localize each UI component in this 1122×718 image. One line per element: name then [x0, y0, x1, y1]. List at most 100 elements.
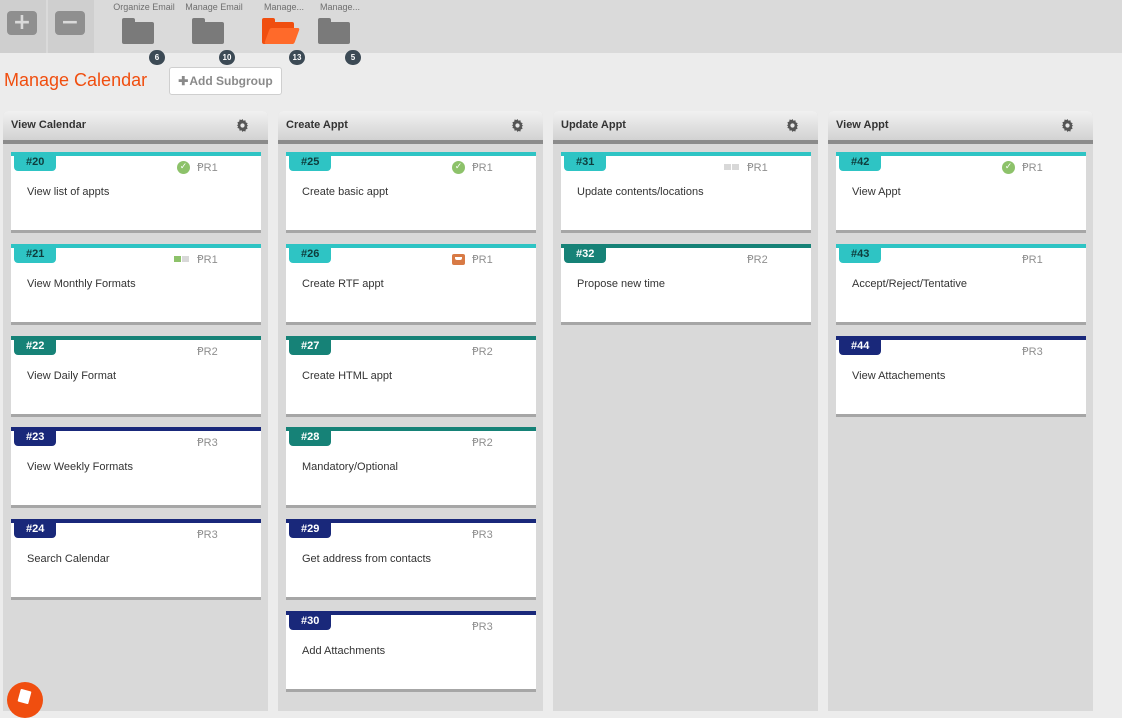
add-subgroup-button[interactable]: ✚Add Subgroup	[169, 67, 282, 95]
group-tab-label: Manage...	[319, 2, 361, 12]
column-update-appt: Update Appt #31 ⱣR1 Update contents/loca…	[553, 111, 818, 711]
gear-icon[interactable]	[236, 119, 249, 132]
gear-icon[interactable]	[511, 119, 524, 132]
card-id-badge: #42	[839, 155, 882, 171]
priority-label: ⱣR2	[747, 253, 768, 266]
priority-label: ⱣR3	[1022, 345, 1043, 358]
progress-icon	[174, 256, 190, 262]
priority-value: R2	[478, 437, 493, 449]
remove-group-button[interactable]: −	[48, 0, 94, 53]
priority-label: ⱣR3	[197, 436, 218, 449]
card-id-badge: #44	[839, 339, 882, 355]
card-title: Accept/Reject/Tentative	[852, 278, 967, 290]
column-header: Update Appt	[553, 111, 818, 144]
task-card[interactable]: #22 ⱣR2 View Daily Format	[11, 336, 261, 417]
task-card[interactable]: #27 ⱣR2 Create HTML appt	[286, 336, 536, 417]
priority-value: R1	[203, 254, 218, 266]
priority-label: ⱣR3	[472, 620, 493, 633]
card-id-badge: #20	[14, 155, 57, 171]
card-id-badge: #29	[289, 522, 332, 538]
card-title: View Attachements	[852, 370, 946, 382]
card-id-badge: #24	[14, 522, 57, 538]
priority-value: R3	[203, 437, 218, 449]
task-card[interactable]: #29 ⱣR3 Get address from contacts	[286, 519, 536, 600]
priority-icon: Ᵽ	[747, 253, 754, 266]
task-card[interactable]: #42 ✓ ⱣR1 View Appt	[836, 152, 1086, 233]
column-title: View Appt	[836, 119, 889, 131]
priority-value: R2	[478, 346, 493, 358]
progress-icon	[724, 164, 740, 170]
task-card[interactable]: #31 ⱣR1 Update contents/locations	[561, 152, 811, 233]
gear-icon[interactable]	[1061, 119, 1074, 132]
check-icon: ✓	[177, 161, 190, 174]
card-title: View list of appts	[27, 186, 110, 198]
plus-icon: ✚	[178, 74, 189, 88]
priority-value: R1	[1028, 254, 1043, 266]
task-card[interactable]: #32 ⱣR2 Propose new time	[561, 244, 811, 325]
task-card[interactable]: #23 ⱣR3 View Weekly Formats	[11, 427, 261, 508]
group-count-badge: 10	[219, 50, 235, 65]
group-count-badge: 5	[345, 50, 361, 65]
group-count-badge: 6	[149, 50, 165, 65]
priority-label: ⱣR2	[472, 345, 493, 358]
priority-icon: Ᵽ	[472, 161, 479, 174]
task-card[interactable]: #21 ⱣR1 View Monthly Formats	[11, 244, 261, 325]
check-icon: ✓	[452, 161, 465, 174]
group-tab-label: Manage Email	[185, 2, 243, 12]
group-tab-label: Organize Email	[113, 2, 175, 12]
gear-icon[interactable]	[786, 119, 799, 132]
top-toolbar: + − Organize Email 6 Manage Email 10 Man…	[0, 0, 1122, 65]
group-tab-2[interactable]: Manage Email 10	[181, 0, 247, 65]
card-id-badge: #21	[14, 247, 57, 263]
priority-icon: Ᵽ	[197, 161, 204, 174]
priority-value: R2	[753, 254, 768, 266]
card-title: Create HTML appt	[302, 370, 393, 382]
notes-icon[interactable]	[7, 682, 43, 718]
add-group-button[interactable]: +	[0, 0, 46, 53]
priority-icon: Ᵽ	[197, 253, 204, 266]
priority-value: R1	[203, 162, 218, 174]
priority-label: ⱣR1	[1022, 253, 1043, 266]
folder-icon: 6	[121, 17, 165, 65]
card-title: View Monthly Formats	[27, 278, 136, 290]
task-card[interactable]: #43 ⱣR1 Accept/Reject/Tentative	[836, 244, 1086, 325]
group-tab-4[interactable]: Manage... 5	[307, 0, 373, 65]
column-header: View Calendar	[3, 111, 268, 144]
priority-icon: Ᵽ	[472, 528, 479, 541]
priority-icon: Ᵽ	[197, 345, 204, 358]
card-title: Propose new time	[577, 278, 666, 290]
task-card[interactable]: #30 ⱣR3 Add Attachments	[286, 611, 536, 692]
column-create-appt: Create Appt #25 ✓ ⱣR1 Create basic appt …	[278, 111, 543, 711]
priority-value: R3	[1028, 346, 1043, 358]
task-card[interactable]: #28 ⱣR2 Mandatory/Optional	[286, 427, 536, 508]
priority-label: ⱣR1	[472, 161, 493, 174]
card-id-badge: #28	[289, 430, 332, 446]
priority-icon: Ᵽ	[1022, 345, 1029, 358]
priority-value: R1	[1028, 162, 1043, 174]
folder-icon: 5	[317, 17, 361, 65]
task-card[interactable]: #24 ⱣR3 Search Calendar	[11, 519, 261, 600]
task-card[interactable]: #44 ⱣR3 View Attachements	[836, 336, 1086, 417]
priority-value: R3	[478, 529, 493, 541]
priority-icon: Ᵽ	[197, 528, 204, 541]
priority-icon: Ᵽ	[472, 345, 479, 358]
group-count-badge: 13	[289, 50, 305, 65]
column-title: Update Appt	[561, 119, 626, 131]
card-title: View Weekly Formats	[27, 461, 133, 473]
card-title: Mandatory/Optional	[302, 461, 398, 473]
card-title: Create RTF appt	[302, 278, 384, 290]
priority-icon: Ᵽ	[1022, 161, 1029, 174]
priority-label: ⱣR2	[472, 436, 493, 449]
priority-value: R1	[753, 162, 768, 174]
priority-value: R3	[203, 529, 218, 541]
task-card[interactable]: #20 ✓ ⱣR1 View list of appts	[11, 152, 261, 233]
priority-label: ⱣR1	[197, 161, 218, 174]
column-title: Create Appt	[286, 119, 348, 131]
priority-label: ⱣR3	[197, 528, 218, 541]
group-tab-1[interactable]: Organize Email 6	[111, 0, 177, 65]
priority-icon: Ᵽ	[1022, 253, 1029, 266]
card-id-badge: #23	[14, 430, 57, 446]
task-card[interactable]: #26 ⱣR1 Create RTF appt	[286, 244, 536, 325]
task-card[interactable]: #25 ✓ ⱣR1 Create basic appt	[286, 152, 536, 233]
card-id-badge: #25	[289, 155, 332, 171]
